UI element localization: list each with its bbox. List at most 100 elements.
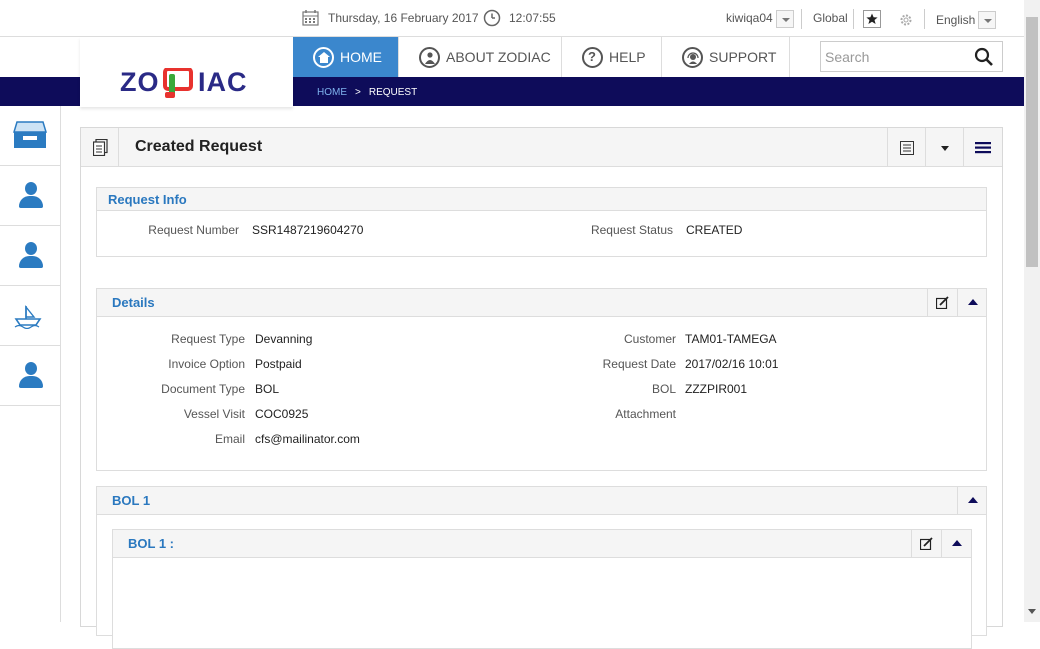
settings-gear-icon[interactable] <box>899 13 913 27</box>
sidebar-item-inbox[interactable] <box>0 106 60 166</box>
breadcrumb-separator: > <box>355 87 361 98</box>
top-bar: Thursday, 16 February 2017 12:07:55 kiwi… <box>0 0 1024 37</box>
nav-about-label: ABOUT ZODIAC <box>446 49 551 65</box>
field-label: Document Type <box>161 382 245 396</box>
chevron-up-icon <box>968 299 978 305</box>
section-title: Details <box>112 295 155 310</box>
logo-text-left: ZO <box>120 67 160 97</box>
divider <box>853 9 854 29</box>
edit-icon <box>936 296 949 309</box>
nav-help[interactable]: ? HELP <box>562 37 662 77</box>
search-box <box>820 41 1003 72</box>
caret-down-icon <box>941 146 949 151</box>
star-icon <box>866 13 878 24</box>
edit-details-button[interactable] <box>927 289 957 316</box>
logo-mark-icon <box>163 68 193 98</box>
section-title: Request Info <box>108 192 187 207</box>
section-title: BOL 1 <box>112 493 151 508</box>
field-value: 2017/02/16 10:01 <box>685 357 779 371</box>
question-icon: ? <box>582 47 603 68</box>
person-icon <box>19 182 43 210</box>
nav-home[interactable]: HOME <box>293 37 399 77</box>
breadcrumb-home[interactable]: HOME <box>317 87 347 98</box>
nav-home-label: HOME <box>340 49 382 65</box>
field-label: Attachment <box>615 407 676 421</box>
details-section: Details Request Type Devanning Invoice O… <box>96 288 987 471</box>
field-value: Postpaid <box>255 357 302 371</box>
edit-icon <box>920 537 933 550</box>
scroll-down-arrow-icon[interactable] <box>1028 609 1036 614</box>
request-info-section: Request Info Request Number SSR148721960… <box>96 187 987 257</box>
person-icon <box>19 242 43 270</box>
language-select[interactable]: English <box>936 13 975 27</box>
field-label: Customer <box>623 332 676 346</box>
language-dropdown-button[interactable] <box>978 11 996 29</box>
page-title: Created Request <box>135 138 263 155</box>
headset-icon <box>682 47 703 68</box>
list-view-button[interactable] <box>887 128 925 167</box>
hamburger-menu-icon <box>975 142 991 154</box>
field-label: Email <box>214 432 245 446</box>
panel-header: Created Request <box>81 128 1002 167</box>
list-icon <box>900 141 914 155</box>
user-dropdown-button[interactable] <box>776 10 794 28</box>
people-icon <box>419 47 440 68</box>
request-panel: Created Request Request Info Request Num… <box>80 127 1003 649</box>
favorites-button[interactable] <box>863 10 881 28</box>
search-input[interactable] <box>825 47 965 67</box>
section-header: BOL 1 : <box>113 530 971 558</box>
field-label: Vessel Visit <box>183 407 245 421</box>
sidebar <box>0 106 61 622</box>
request-number-value: SSR1487219604270 <box>252 223 364 237</box>
field-value: Devanning <box>255 332 313 346</box>
breadcrumb-current: REQUEST <box>368 87 418 98</box>
zodiac-logo[interactable]: ZO IAC <box>80 37 293 107</box>
field-value: TAM01-TAMEGA <box>685 332 777 346</box>
current-date: Thursday, 16 February 2017 <box>328 11 479 25</box>
clock-icon <box>483 9 501 27</box>
page-scrollbar[interactable] <box>1024 0 1040 622</box>
username[interactable]: kiwiqa04 <box>726 11 773 25</box>
nav-support[interactable]: SUPPORT <box>662 37 790 77</box>
sidebar-item-user-2[interactable] <box>0 226 60 286</box>
nav-help-label: HELP <box>609 49 646 65</box>
nav-support-label: SUPPORT <box>709 49 777 65</box>
bol-section: BOL 1 BOL 1 : <box>96 486 987 649</box>
sidebar-item-user-3[interactable] <box>0 346 60 406</box>
field-label: Request Number <box>148 223 239 237</box>
search-icon[interactable] <box>974 47 994 67</box>
section-header: BOL 1 <box>97 487 986 515</box>
section-title: BOL 1 : <box>128 536 174 551</box>
field-value: BOL <box>255 382 280 396</box>
sidebar-item-vessel[interactable] <box>0 286 60 346</box>
field-value: ZZZPIR001 <box>685 382 748 396</box>
scrollbar-thumb[interactable] <box>1026 17 1038 267</box>
ship-icon <box>14 305 42 329</box>
chevron-up-icon <box>952 540 962 546</box>
panel-doc-icon-box <box>81 128 119 167</box>
inbox-icon <box>13 121 47 148</box>
collapse-bol-button[interactable] <box>957 487 987 514</box>
logo-text-right: IAC <box>198 67 248 97</box>
panel-menu-button[interactable] <box>963 128 1001 167</box>
person-icon <box>19 362 43 390</box>
current-time: 12:07:55 <box>509 11 556 25</box>
divider <box>801 9 802 29</box>
breadcrumb: HOME > REQUEST <box>317 87 417 98</box>
divider <box>924 9 925 29</box>
calendar-icon <box>302 10 319 26</box>
collapse-bol-inner-button[interactable] <box>941 530 971 557</box>
field-label: Request Type <box>171 332 245 346</box>
field-label: Request Date <box>602 357 676 371</box>
bol-inner-section: BOL 1 : <box>112 529 972 649</box>
sidebar-item-user-1[interactable] <box>0 166 60 226</box>
home-icon <box>313 47 334 68</box>
panel-dropdown-button[interactable] <box>925 128 963 167</box>
scope-label[interactable]: Global <box>813 11 848 25</box>
nav-about-zodiac[interactable]: ABOUT ZODIAC <box>399 37 562 77</box>
status-badge: CREATED <box>686 223 743 237</box>
collapse-details-button[interactable] <box>957 289 987 316</box>
edit-bol-button[interactable] <box>911 530 941 557</box>
section-header: Request Info <box>97 188 986 211</box>
field-label: Invoice Option <box>168 357 245 371</box>
